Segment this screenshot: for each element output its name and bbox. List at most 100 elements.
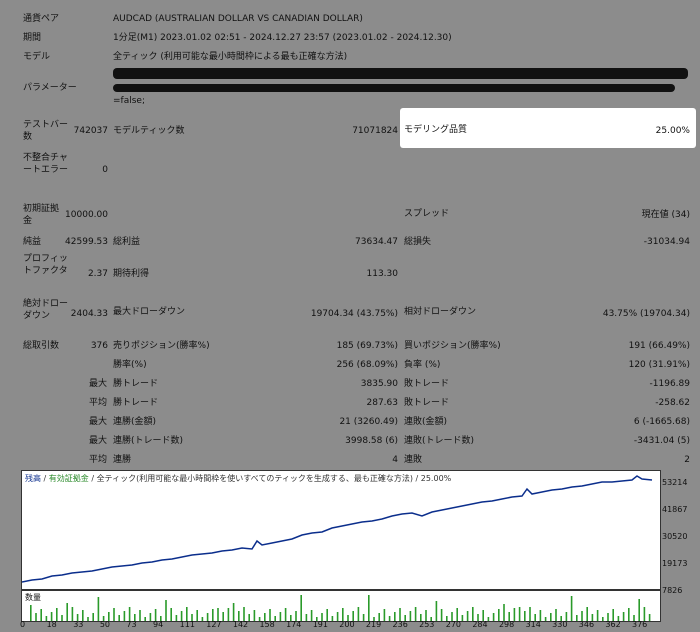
volume-bar xyxy=(368,595,370,621)
volume-bar xyxy=(35,613,37,621)
volume-bar xyxy=(165,600,167,621)
volume-bar xyxy=(518,607,521,621)
volume-bar xyxy=(388,616,391,621)
x-axis-label: 33 xyxy=(73,620,84,629)
volume-bar xyxy=(586,607,588,621)
volume-bar xyxy=(602,617,604,621)
expected-payoff-value: 113.30 xyxy=(366,269,399,279)
gross-loss-value: -31034.94 xyxy=(643,237,690,247)
volume-bar xyxy=(357,607,360,621)
x-axis-label: 284 xyxy=(472,620,488,629)
abs-drawdown-value: 2404.33 xyxy=(70,309,108,319)
modeling-quality-label: モデリング品質 xyxy=(404,125,468,135)
max-consec-profit-value: 3998.58 (6) xyxy=(345,436,398,446)
volume-bar xyxy=(576,615,578,621)
gross-profit-value: 73634.47 xyxy=(355,237,398,247)
model-value: 全ティック (利用可能な最小時間枠による最も正確な方法) xyxy=(113,52,348,62)
x-axis-label: 18 xyxy=(46,620,57,629)
total-trades-value: 376 xyxy=(90,341,108,351)
long-trades-value: 191 (66.49%) xyxy=(628,341,690,351)
volume-bar xyxy=(643,607,646,621)
y-label-0: 53214 xyxy=(662,478,688,487)
x-axis-label: 50 xyxy=(99,620,110,629)
volume-bar xyxy=(503,604,505,621)
gross-profit-label: 総利益 xyxy=(113,237,141,247)
volume-bar xyxy=(227,608,230,621)
volume-bar xyxy=(87,617,89,621)
volume-bar xyxy=(248,614,250,621)
volume-bar xyxy=(66,603,68,621)
rel-drawdown-value: 43.75% (19704.34) xyxy=(602,309,690,319)
volume-bar xyxy=(596,610,599,621)
volume-bar xyxy=(144,617,146,621)
volume-bar xyxy=(544,617,547,621)
x-axis-label: 158 xyxy=(259,620,275,629)
max-consec-wins-money-label: 連勝(金額) xyxy=(113,417,157,427)
volume-bar xyxy=(492,613,495,621)
short-trades-value: 185 (69.73%) xyxy=(336,341,398,351)
spread-label: スプレッド xyxy=(404,209,450,219)
max-consec-losses-money-label: 連敗(金額) xyxy=(404,417,448,427)
largest-loss-label: 敗トレード xyxy=(404,379,450,389)
x-axis-label: 376 xyxy=(632,620,648,629)
max-consec-count-prefix: 最大 xyxy=(89,436,108,446)
rel-drawdown-label: 相対ドローダウン xyxy=(404,307,477,317)
avg-win-label: 勝トレード xyxy=(113,398,159,408)
mismatch-value: 0 xyxy=(102,165,108,175)
max-consec-wins-money-value: 21 (3260.49) xyxy=(339,417,398,427)
x-axis-label: 94 xyxy=(153,620,164,629)
volume-bar xyxy=(71,607,74,621)
volume-bar xyxy=(300,595,302,621)
volume-bar xyxy=(61,615,63,621)
max-consec-loss-label: 連敗(トレード数) xyxy=(404,436,475,446)
modeling-quality-value: 25.00% xyxy=(655,126,690,136)
balance-curve-svg xyxy=(22,475,653,583)
volume-bar xyxy=(186,607,188,621)
x-axis-label: 330 xyxy=(552,620,568,629)
max-drawdown-value: 19704.34 (43.75%) xyxy=(310,309,398,319)
period-label: 期間 xyxy=(23,33,42,43)
volume-bar xyxy=(622,612,625,621)
volume-strip: 数量 xyxy=(21,590,661,622)
volume-bar xyxy=(123,611,126,621)
x-axis-label: 200 xyxy=(339,620,355,629)
y-label-4: 7826 xyxy=(662,586,683,595)
expected-payoff-label: 期待利得 xyxy=(113,269,150,279)
initial-deposit-value: 10000.00 xyxy=(65,210,108,220)
model-ticks-value: 71071824 xyxy=(352,126,398,136)
long-trades-label: 買いポジション(勝率%) xyxy=(404,341,501,351)
volume-bar xyxy=(175,615,178,621)
spread-value: 現在値 (34) xyxy=(641,210,690,220)
avg-consec-wins-label: 連勝 xyxy=(113,455,132,465)
volume-bar xyxy=(113,608,115,621)
net-profit-label: 純益 xyxy=(23,237,42,247)
volume-bar xyxy=(232,603,235,621)
x-axis-label: 314 xyxy=(525,620,541,629)
balance-line xyxy=(22,475,653,583)
volume-bar xyxy=(30,605,32,621)
x-axis-label: 362 xyxy=(605,620,621,629)
y-label-1: 41867 xyxy=(662,505,688,514)
max-consec-profit-label: 連勝(トレード数) xyxy=(113,436,184,446)
volume-bar xyxy=(170,608,172,621)
model-label: モデル xyxy=(23,52,51,62)
x-axis-label: 73 xyxy=(126,620,137,629)
y-label-2: 30520 xyxy=(662,532,688,541)
gross-loss-label: 総損失 xyxy=(404,237,432,247)
x-axis-label: 219 xyxy=(365,620,382,629)
average-prefix: 平均 xyxy=(89,398,108,408)
x-axis-label: 346 xyxy=(578,620,595,629)
y-label-3: 19173 xyxy=(662,559,688,568)
total-trades-label: 総取引数 xyxy=(23,341,60,351)
volume-bar xyxy=(97,597,100,621)
largest-win-value: 3835.90 xyxy=(360,379,398,389)
x-axis-label: 0 xyxy=(20,620,26,629)
max-consec-loss-value: -3431.04 (5) xyxy=(633,436,690,446)
volume-bar xyxy=(487,617,490,621)
volume-bar xyxy=(466,611,469,621)
redacted-params-line-1 xyxy=(113,68,688,79)
volume-bar xyxy=(409,611,412,621)
volume-bar xyxy=(383,609,386,621)
avg-consec-losses-label: 連敗 xyxy=(404,455,423,465)
x-axis-label: 142 xyxy=(232,620,249,629)
